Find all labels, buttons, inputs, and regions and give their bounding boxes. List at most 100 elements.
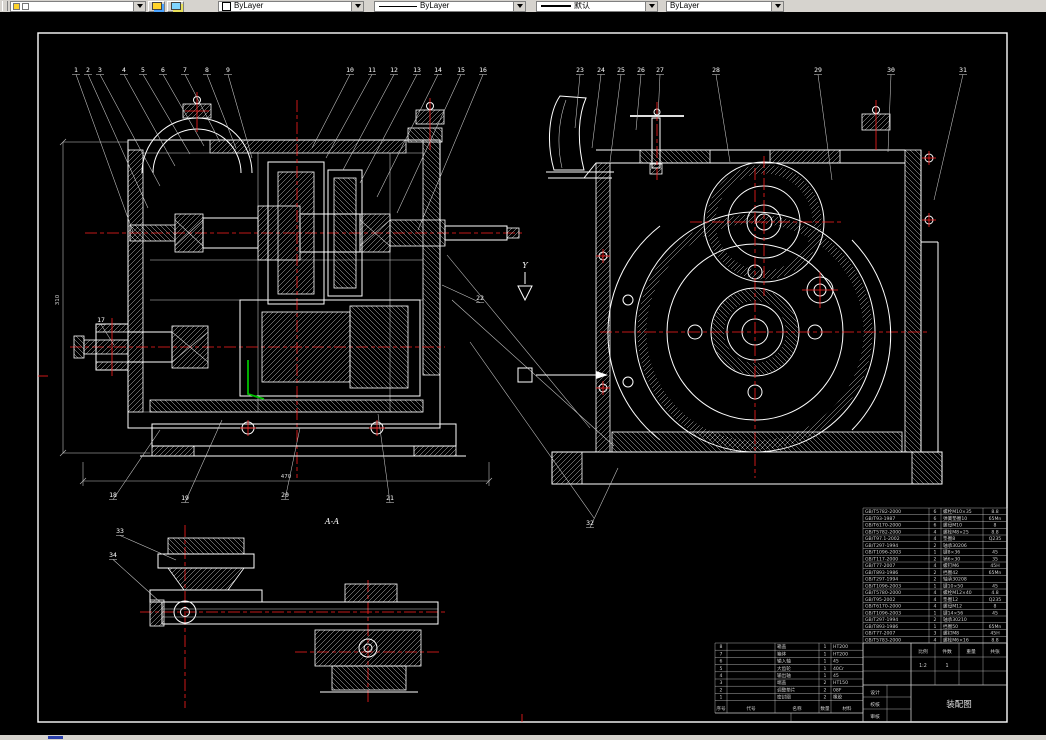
callout-33: 33 bbox=[116, 527, 124, 535]
bom-cell: 6 bbox=[720, 659, 723, 665]
svg-text:比例: 比例 bbox=[918, 648, 928, 655]
callout-23: 23 bbox=[576, 66, 584, 74]
bom-cell: GB/T6170-2000 bbox=[865, 604, 901, 610]
bom-cell: 橡胶 bbox=[833, 694, 843, 701]
bom-cell: 垫圈12 bbox=[943, 596, 958, 603]
bom-cell: 45 bbox=[992, 610, 998, 616]
plotstyle-value: ByLayer bbox=[670, 1, 700, 11]
callout-4: 4 bbox=[122, 66, 126, 74]
bom-cell: 1 bbox=[934, 550, 937, 556]
bom-cell: 8.8 bbox=[991, 509, 998, 515]
bom-cell: 8 bbox=[994, 523, 997, 529]
bom-cell: 4 bbox=[934, 529, 937, 535]
color-dropdown[interactable]: ByLayer bbox=[218, 0, 364, 12]
bom-cell: 键14×56 bbox=[943, 609, 963, 616]
callout-21: 21 bbox=[386, 494, 394, 502]
bom-cell: GB/T117-2000 bbox=[865, 556, 898, 562]
color-value: ByLayer bbox=[234, 1, 264, 11]
bom-cell: 4 bbox=[934, 597, 937, 603]
bom-cell: GB/T297-1994 bbox=[865, 617, 898, 623]
callout-26: 26 bbox=[637, 66, 645, 74]
layer-previous-button[interactable] bbox=[167, 0, 184, 12]
callout-7: 7 bbox=[183, 66, 187, 74]
bom-cell: 销6×30 bbox=[943, 555, 960, 562]
bom-cell: GB/T5780-2000 bbox=[865, 590, 901, 596]
bom-cell: Q235 bbox=[989, 597, 1001, 603]
bom-cell: 6 bbox=[934, 509, 937, 515]
bom-cell: 6 bbox=[934, 516, 937, 522]
callout-34: 34 bbox=[109, 551, 117, 559]
bom-cell: 2 bbox=[934, 570, 937, 576]
bom-cell: 8.8 bbox=[991, 637, 998, 643]
bom-cell: 挡圈42 bbox=[943, 569, 958, 576]
toolbar-grip[interactable] bbox=[2, 1, 8, 11]
bom-cell: GB/T95-2002 bbox=[865, 597, 895, 603]
lineweight-sample-icon bbox=[541, 5, 571, 7]
bom-cell: 45 bbox=[992, 550, 998, 556]
layer-color-icon bbox=[22, 2, 29, 10]
bom-cell: 5 bbox=[720, 666, 723, 672]
callout-27: 27 bbox=[656, 66, 664, 74]
bom-cell: 4 bbox=[934, 536, 937, 542]
bom-cell: 2 bbox=[934, 543, 937, 549]
callout-11: 11 bbox=[368, 66, 376, 74]
bom-cell: 输出轴 bbox=[777, 672, 791, 679]
svg-text:审核: 审核 bbox=[870, 713, 880, 720]
layer-dropdown[interactable] bbox=[10, 0, 146, 12]
bom-cell: 大齿轮 bbox=[777, 665, 791, 672]
bom-cell: 08F bbox=[833, 687, 842, 693]
callout-12: 12 bbox=[390, 66, 398, 74]
bom-cell: 螺母M12 bbox=[943, 603, 962, 610]
svg-text:件数: 件数 bbox=[942, 648, 952, 655]
lineweight-dropdown[interactable]: 默认 bbox=[536, 0, 658, 12]
layer-previous-icon bbox=[170, 2, 181, 10]
bom-cell: GB/T1096-2003 bbox=[865, 583, 901, 589]
section-label-y: Y bbox=[522, 261, 528, 270]
svg-text:1: 1 bbox=[945, 663, 948, 669]
make-object-layer-current-button[interactable] bbox=[148, 0, 165, 12]
callout-1: 1 bbox=[74, 66, 78, 74]
bom-cell: GB/T297-1994 bbox=[865, 577, 898, 583]
bom-cell: 箱盖 bbox=[777, 643, 787, 650]
bom-header: 名称 bbox=[792, 705, 802, 712]
bom-cell: 2 bbox=[934, 556, 937, 562]
bom-cell: 螺钉M6 bbox=[943, 562, 959, 569]
bom-cell: 垫圈8 bbox=[943, 535, 955, 542]
bom-cell: GB/T93-1987 bbox=[865, 516, 895, 522]
callout-29: 29 bbox=[814, 66, 822, 74]
bom-cell: 4 bbox=[934, 563, 937, 569]
bom-cell: 螺钉M8 bbox=[943, 630, 959, 637]
linetype-dropdown[interactable]: ByLayer bbox=[374, 0, 526, 12]
bom-cell: 6 bbox=[934, 523, 937, 529]
callout-16: 16 bbox=[479, 66, 487, 74]
chevron-down-icon[interactable] bbox=[351, 1, 363, 11]
bom-cell: 2 bbox=[824, 680, 827, 686]
layer-on-icon bbox=[13, 2, 20, 10]
plotstyle-dropdown[interactable]: ByLayer bbox=[666, 0, 784, 12]
drawing-canvas[interactable]: Y A-A 470 310 1 2 3 4 5 6 7 8 9 10 11 12… bbox=[0, 0, 1046, 740]
status-indicator bbox=[48, 736, 63, 739]
cad-window: ByLayer ByLayer 默认 ByLayer Y A-A 470 310… bbox=[0, 0, 1046, 740]
bom-cell: 轴承30208 bbox=[943, 576, 967, 583]
callout-2: 2 bbox=[86, 66, 90, 74]
status-bar bbox=[0, 735, 1046, 740]
chevron-down-icon[interactable] bbox=[771, 1, 783, 11]
chevron-down-icon[interactable] bbox=[513, 1, 525, 11]
bom-cell: HT200 bbox=[833, 644, 848, 650]
chevron-down-icon[interactable] bbox=[645, 1, 657, 11]
bom-cell: GB/T5782-2000 bbox=[865, 529, 901, 535]
bom-cell: 1 bbox=[824, 644, 827, 650]
callout-19: 19 bbox=[181, 494, 189, 502]
bom-cell: HT150 bbox=[833, 680, 848, 686]
bom-cell: 4.8 bbox=[991, 590, 998, 596]
bom-cell: 1 bbox=[824, 651, 827, 657]
bom-cell: 3 bbox=[720, 680, 723, 686]
callout-9: 9 bbox=[226, 66, 230, 74]
bom-cell: 1 bbox=[824, 666, 827, 672]
callout-8: 8 bbox=[205, 66, 209, 74]
bom-cell: 挡圈50 bbox=[943, 623, 958, 630]
chevron-down-icon[interactable] bbox=[133, 1, 145, 11]
callout-6: 6 bbox=[161, 66, 165, 74]
bom-cell: 4 bbox=[934, 637, 937, 643]
bom-header: 数量 bbox=[820, 705, 830, 712]
